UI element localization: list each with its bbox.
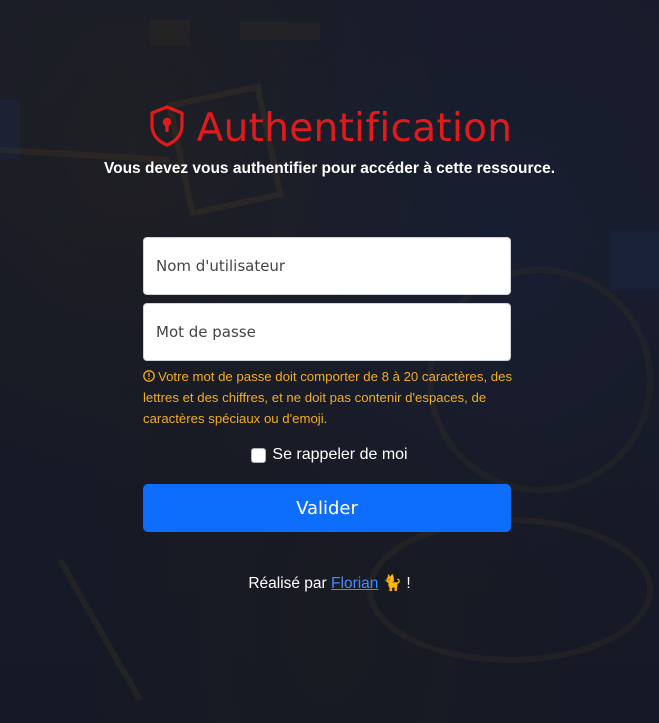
- password-hint-text: Votre mot de passe doit comporter de 8 à…: [143, 369, 513, 426]
- page-subtitle: Vous devez vous authentifier pour accéde…: [103, 160, 556, 177]
- footer-prefix: Réalisé par: [248, 575, 327, 592]
- footer-credit: Réalisé par Florian 🐈 !: [0, 574, 659, 593]
- username-input[interactable]: [143, 237, 511, 295]
- author-link[interactable]: Florian: [331, 575, 378, 592]
- shield-lock-icon: [147, 104, 187, 148]
- remember-me-checkbox[interactable]: [251, 447, 267, 463]
- footer-suffix: !: [406, 575, 411, 592]
- exclamation-circle-icon: [143, 367, 155, 382]
- page-title: Authentification: [196, 105, 513, 151]
- page-header: Authentification: [0, 100, 659, 156]
- password-input[interactable]: [143, 303, 511, 361]
- cat-emoji-icon: 🐈: [382, 575, 403, 592]
- password-hint: Votre mot de passe doit comporter de 8 à…: [143, 366, 515, 429]
- submit-button[interactable]: Valider: [143, 484, 511, 532]
- auth-page: Authentification Vous devez vous authent…: [0, 0, 659, 723]
- remember-me-label[interactable]: Se rappeler de moi: [272, 446, 407, 464]
- remember-me-row[interactable]: Se rappeler de moi: [0, 446, 659, 464]
